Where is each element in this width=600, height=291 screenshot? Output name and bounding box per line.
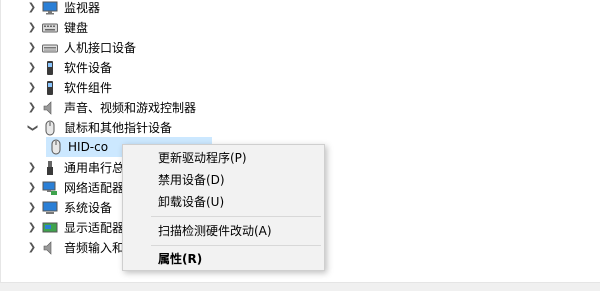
- chevron-right-icon[interactable]: ❯: [26, 2, 38, 14]
- chevron-right-icon[interactable]: ❯: [26, 222, 38, 234]
- tree-item-label: 人机接口设备: [64, 41, 137, 55]
- hid-icon: [42, 44, 58, 53]
- tree-item-sound-video[interactable]: ❯ 声音、视频和游戏控制器: [0, 98, 600, 118]
- tree-item-label: 系统设备: [64, 201, 113, 215]
- context-menu: 更新驱动程序(P) 禁用设备(D) 卸载设备(U) 扫描检测硬件改动(A) 属性…: [122, 144, 325, 271]
- tree-item-label: 键盘: [64, 21, 89, 35]
- monitor-icon: [42, 1, 58, 15]
- usb-icon: [47, 161, 53, 175]
- mouse-icon: [51, 139, 61, 155]
- tree-item-label: 通用串行总: [64, 161, 125, 175]
- menu-item-properties[interactable]: 属性(R): [124, 248, 323, 270]
- tree-item-label: 软件组件: [64, 81, 113, 95]
- menu-item-disable-device[interactable]: 禁用设备(D): [124, 169, 323, 191]
- network-icon: [42, 181, 57, 195]
- chevron-right-icon[interactable]: ❯: [26, 42, 38, 54]
- mouse-icon: [45, 120, 55, 136]
- chevron-right-icon[interactable]: ❯: [26, 22, 38, 34]
- display-adapter-icon: [42, 222, 58, 233]
- tree-item-label: 显示适配器: [64, 221, 125, 235]
- tree-item-software-device[interactable]: ❯ 软件设备: [0, 58, 600, 78]
- menu-item-uninstall-device[interactable]: 卸载设备(U): [124, 191, 323, 213]
- software-component-icon: [47, 81, 53, 95]
- chevron-right-icon[interactable]: ❯: [26, 242, 38, 254]
- tree-item-mouse[interactable]: ❯ 鼠标和其他指针设备: [0, 118, 600, 138]
- menu-separator: [151, 216, 321, 217]
- tree-item-label: 声音、视频和游戏控制器: [64, 101, 197, 115]
- chevron-right-icon[interactable]: ❯: [26, 202, 38, 214]
- menu-item-scan-hardware[interactable]: 扫描检测硬件改动(A): [124, 220, 323, 242]
- tree-item-keyboard[interactable]: ❯ 键盘: [0, 18, 600, 38]
- chevron-right-icon[interactable]: ❯: [26, 162, 38, 174]
- tree-item-label: 监视器: [64, 1, 101, 15]
- software-device-icon: [47, 61, 53, 75]
- speaker-icon: [43, 101, 52, 115]
- tree-item-hid[interactable]: ❯ 人机接口设备: [0, 38, 600, 58]
- keyboard-icon: [42, 23, 58, 33]
- tree-item-software-component[interactable]: ❯ 软件组件: [0, 78, 600, 98]
- chevron-right-icon[interactable]: ❯: [26, 82, 38, 94]
- tree-item-monitor[interactable]: ❯ 监视器: [0, 0, 600, 18]
- chevron-right-icon[interactable]: ❯: [26, 182, 38, 194]
- tree-item-label: HID-co: [68, 140, 109, 154]
- tree-item-label: 音频输入和: [64, 241, 125, 255]
- system-device-icon: [42, 201, 58, 214]
- tree-item-label: 软件设备: [64, 61, 113, 75]
- menu-separator: [151, 245, 321, 246]
- tree-item-label: 鼠标和其他指针设备: [64, 121, 173, 135]
- chevron-right-icon[interactable]: ❯: [26, 62, 38, 74]
- chevron-down-icon[interactable]: ❯: [26, 122, 38, 134]
- audio-icon: [43, 241, 52, 255]
- tree-item-label: 网络适配器: [64, 181, 125, 195]
- horizontal-scrollbar[interactable]: [0, 282, 600, 291]
- menu-item-update-driver[interactable]: 更新驱动程序(P): [124, 147, 323, 169]
- chevron-right-icon[interactable]: ❯: [26, 102, 38, 114]
